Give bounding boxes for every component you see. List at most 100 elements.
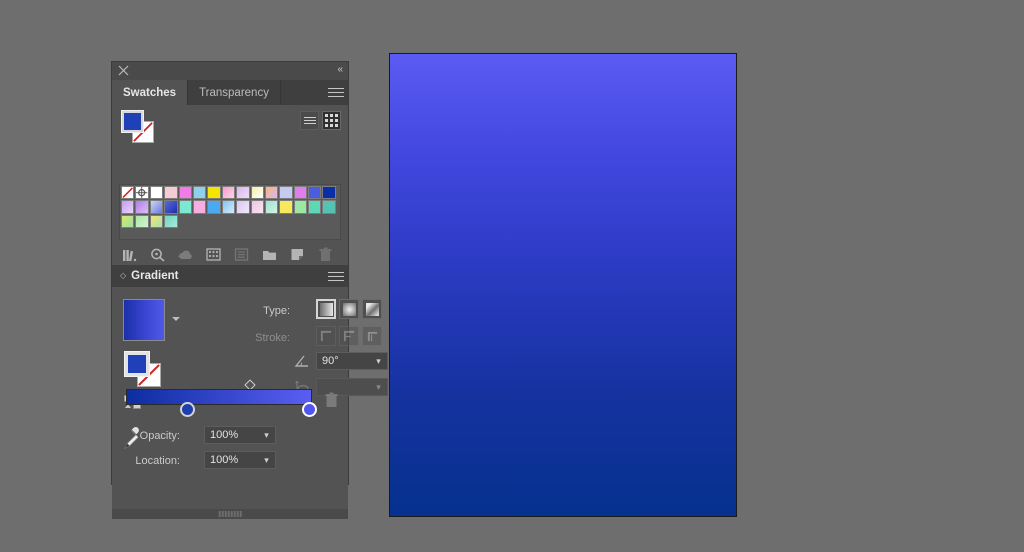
swatch-lime-yellow[interactable]: [149, 214, 164, 229]
stroke-apply-across-button[interactable]: [362, 326, 382, 346]
gradient-location-value: 100%: [210, 454, 239, 466]
swatch-lavender-fade[interactable]: [236, 200, 250, 214]
swatch-navy[interactable]: [322, 186, 336, 200]
swatch-libraries-icon[interactable]: [122, 247, 137, 262]
stroke-apply-within-button[interactable]: [316, 326, 336, 346]
linear-gradient-icon: [319, 302, 333, 316]
swatch-pink-rose[interactable]: [221, 186, 236, 200]
delete-stop-icon[interactable]: [325, 392, 338, 408]
list-view-button[interactable]: [300, 111, 319, 130]
swatch-teal-light[interactable]: [164, 214, 178, 229]
chevron-down-icon[interactable]: ▾: [370, 382, 387, 393]
gradient-stroke-group: [316, 326, 382, 346]
opacity-label: Opacity:: [139, 430, 180, 442]
swatch-royal-blue[interactable]: [308, 186, 322, 200]
swatch-magenta-pink[interactable]: [178, 186, 192, 200]
swatch-pale-pink[interactable]: [164, 186, 178, 200]
tab-swatches[interactable]: Swatches: [112, 80, 189, 105]
panel-stack: « Swatches Transparency ◇ Gradient Type:…: [112, 62, 388, 519]
swatch-white[interactable]: [149, 186, 164, 200]
swatch-peach-lilac[interactable]: [264, 186, 279, 200]
gradient-angle-field[interactable]: 90° ▾: [316, 352, 388, 370]
swatch-violet-fade[interactable]: [121, 200, 135, 214]
swatch-pink-pale-fade[interactable]: [250, 200, 264, 214]
panel-menu-icon[interactable]: [328, 85, 344, 99]
fill-stroke-indicator[interactable]: [120, 110, 162, 144]
gradient-stop-end[interactable]: [302, 402, 317, 417]
swatch-yellow-white[interactable]: [250, 186, 264, 200]
swatch-sky-blue[interactable]: [192, 186, 207, 200]
gradient-menu-icon[interactable]: [328, 269, 344, 283]
new-color-group-icon[interactable]: [206, 247, 221, 262]
gradient-fill-stroke-indicator[interactable]: [124, 351, 168, 387]
close-icon[interactable]: [118, 65, 129, 76]
gradient-collapse-icon[interactable]: ◇: [120, 272, 126, 280]
swatch-orchid[interactable]: [293, 186, 308, 200]
swatch-aqua[interactable]: [178, 200, 192, 214]
tab-transparency[interactable]: Transparency: [188, 80, 281, 105]
grid-view-button[interactable]: [322, 111, 341, 130]
gradient-opacity-field[interactable]: 100% ▾: [204, 426, 276, 444]
collapse-panel-icon[interactable]: «: [337, 64, 342, 76]
swatch-grid-container[interactable]: [119, 184, 341, 240]
gradient-artwork[interactable]: [389, 53, 737, 517]
gradient-swatch-preview[interactable]: [123, 299, 165, 341]
chevron-down-icon[interactable]: ▾: [370, 356, 387, 367]
swatch-lilac[interactable]: [236, 186, 250, 200]
swatch-none[interactable]: [121, 186, 135, 200]
gradient-panel-header: ◇ Gradient: [112, 265, 348, 287]
app-canvas: « Swatches Transparency ◇ Gradient Type:…: [0, 0, 1024, 552]
panel-resize-grip[interactable]: [218, 511, 242, 517]
grid-view-icon: [325, 114, 338, 127]
gradient-panel-title: Gradient: [131, 270, 179, 282]
list-view-icon: [303, 115, 316, 125]
new-color-group-folder-icon[interactable]: [262, 247, 277, 262]
radial-gradient-type-button[interactable]: [339, 299, 359, 319]
swatch-teal[interactable]: [322, 200, 336, 214]
swatch-sea-green[interactable]: [308, 200, 322, 214]
swatch-purple-fade[interactable]: [135, 200, 149, 214]
swatch-options-icon[interactable]: [234, 247, 249, 262]
swatch-view-mode-group: [300, 111, 341, 130]
freeform-gradient-icon: [365, 302, 379, 316]
stroke-apply-along-button[interactable]: [339, 326, 359, 346]
freeform-gradient-type-button[interactable]: [362, 299, 382, 319]
swatch-blue-deep[interactable]: [164, 200, 178, 214]
fill-swatch[interactable]: [121, 110, 144, 133]
chevron-down-icon[interactable]: ▾: [258, 455, 275, 466]
swatch-mint-green[interactable]: [293, 200, 308, 214]
show-swatch-kinds-icon[interactable]: [150, 247, 165, 262]
swatch-periwinkle[interactable]: [279, 186, 293, 200]
swatch-yellow[interactable]: [207, 186, 221, 200]
swatch-blue-cyan-fade[interactable]: [221, 200, 236, 214]
stroke-within-icon: [320, 330, 331, 341]
type-label: Type:: [263, 305, 290, 317]
panel-footer: [112, 509, 348, 519]
angle-icon: [294, 355, 308, 367]
linear-gradient-type-button[interactable]: [316, 299, 336, 319]
panel-tabbar: Swatches Transparency: [112, 80, 348, 105]
delete-swatch-icon[interactable]: [318, 247, 333, 262]
radial-gradient-icon: [342, 302, 356, 316]
swatch-green-pale[interactable]: [135, 214, 149, 229]
swatch-azure[interactable]: [207, 200, 221, 214]
swatch-grid: [120, 185, 340, 229]
swatch-registration[interactable]: [135, 186, 149, 200]
gradient-slider-track[interactable]: [126, 389, 312, 405]
gradient-stop-start[interactable]: [180, 402, 195, 417]
gradient-location-field[interactable]: 100% ▾: [204, 451, 276, 469]
panel-titlebar: «: [112, 62, 348, 80]
add-to-library-icon[interactable]: [178, 247, 193, 262]
swatch-teal-aqua[interactable]: [264, 200, 279, 214]
swatch-pink-light[interactable]: [192, 200, 207, 214]
swatch-lemon[interactable]: [279, 200, 293, 214]
new-swatch-icon[interactable]: [290, 247, 305, 262]
swatch-yellow-green-fade[interactable]: [121, 214, 135, 229]
chevron-down-icon[interactable]: ▾: [258, 430, 275, 441]
tab-swatches-label: Swatches: [123, 86, 177, 99]
gradient-preset-chevron-down-icon[interactable]: [172, 317, 180, 321]
swatch-blue-white[interactable]: [149, 200, 164, 214]
gradient-angle-value: 90°: [322, 355, 339, 367]
gradient-fill-swatch[interactable]: [124, 351, 150, 377]
gradient-type-group: [316, 299, 382, 319]
